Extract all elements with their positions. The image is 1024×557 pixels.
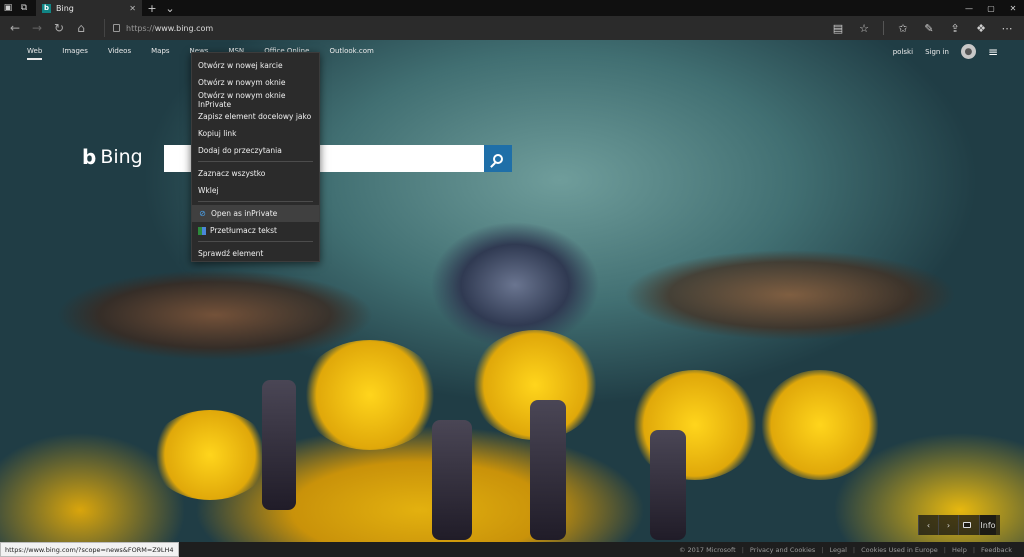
menu-item-inspect-element[interactable]: Sprawdź element <box>192 245 319 262</box>
sign-in-link[interactable]: Sign in <box>925 48 949 56</box>
stem-decoration <box>530 400 566 540</box>
tab-title: Bing <box>56 3 74 13</box>
extension-icon[interactable]: ❖ <box>970 17 992 39</box>
address-bar-row: ← → ↻ ⌂ https://www.bing.com ▤ ☆ ✩ ✎ ⇪ ❖… <box>0 16 1024 40</box>
window-controls: — ▢ ✕ <box>958 0 1024 16</box>
favorite-star-icon[interactable]: ☆ <box>853 17 875 39</box>
next-image-button[interactable]: › <box>938 515 958 535</box>
status-bar-url: https://www.bing.com/?scope=news&FORM=Z9… <box>0 542 179 557</box>
footer-help-link[interactable]: Help <box>952 546 967 554</box>
flower-decoration <box>300 340 440 450</box>
tab-menu-chevron-down-icon[interactable]: ⌄ <box>162 0 178 16</box>
bing-logo-mark-icon: b <box>82 145 97 169</box>
address-url: https://www.bing.com <box>126 23 214 33</box>
menu-item-save-target-as[interactable]: Zapisz element docelowy jako <box>192 108 319 125</box>
set-aside-tabs-icon[interactable]: ⧉ <box>16 0 32 16</box>
avatar-user-icon[interactable]: ● <box>960 44 976 59</box>
tab-bing[interactable]: b Bing ✕ <box>36 0 142 16</box>
footer-divider: | <box>943 545 946 554</box>
footer-cookies-link[interactable]: Cookies Used in Europe <box>861 546 938 554</box>
scope-web[interactable]: Web <box>27 47 43 60</box>
menu-divider <box>198 241 313 242</box>
menu-divider <box>198 201 313 202</box>
search-button[interactable] <box>484 145 512 172</box>
info-label: Info <box>979 515 996 535</box>
flower-decoration <box>150 410 270 500</box>
translator-icon <box>198 226 206 235</box>
refresh-icon[interactable]: ↻ <box>48 17 70 39</box>
menu-item-open-as-inprivate[interactable]: ⊘ Open as inPrivate <box>192 205 319 222</box>
maximize-button[interactable]: ▢ <box>980 0 1002 16</box>
more-actions-icon[interactable]: ⋯ <box>996 17 1018 39</box>
toolbar-right: ▤ ☆ ✩ ✎ ⇪ ❖ ⋯ <box>827 16 1018 40</box>
toolbar-divider <box>883 21 884 35</box>
back-arrow-icon[interactable]: ← <box>4 17 26 39</box>
bing-logo-text: Bing <box>100 146 143 168</box>
bing-logo[interactable]: b Bing <box>82 145 143 169</box>
search-icon <box>493 153 503 164</box>
address-field[interactable]: https://www.bing.com <box>104 19 824 37</box>
scope-videos[interactable]: Videos <box>108 47 131 60</box>
tab-close-icon[interactable]: ✕ <box>129 4 136 13</box>
reading-view-icon[interactable]: ▤ <box>827 17 849 39</box>
camera-icon <box>963 522 972 528</box>
menu-item-paste[interactable]: Wklej <box>192 182 319 199</box>
forward-arrow-icon[interactable]: → <box>26 17 48 39</box>
footer-legal-link[interactable]: Legal <box>829 546 846 554</box>
home-icon[interactable]: ⌂ <box>70 17 92 39</box>
hamburger-menu-icon[interactable]: ≡ <box>988 45 998 59</box>
menu-item-label: Open as inPrivate <box>211 209 278 218</box>
footer-links: © 2017 Microsoft | Privacy and Cookies |… <box>679 542 1012 557</box>
context-menu: Otwórz w nowej karcie Otwórz w nowym okn… <box>191 52 320 262</box>
stem-decoration <box>650 430 686 540</box>
menu-item-open-new-tab[interactable]: Otwórz w nowej karcie <box>192 57 319 74</box>
inprivate-icon: ⊘ <box>199 209 206 218</box>
image-controls: ‹ › Info <box>918 515 1000 535</box>
footer-copyright: © 2017 Microsoft <box>678 545 736 554</box>
identity-navigation: polski Sign in ● ≡ <box>893 44 998 59</box>
close-window-button[interactable]: ✕ <box>1002 0 1024 16</box>
menu-divider <box>198 161 313 162</box>
stem-decoration <box>432 420 472 540</box>
new-tab-button[interactable]: + <box>144 0 160 16</box>
footer-privacy-link[interactable]: Privacy and Cookies <box>750 546 815 554</box>
previous-image-button[interactable]: ‹ <box>918 515 938 535</box>
footer-divider: | <box>821 545 824 554</box>
tab-bar: ▣ ⧉ b Bing ✕ + ⌄ — ▢ ✕ <box>0 0 1024 16</box>
image-info-button[interactable]: Info <box>958 515 1000 535</box>
menu-item-label: Przetłumacz tekst <box>210 226 277 235</box>
footer-divider: | <box>741 545 744 554</box>
bing-favicon-icon: b <box>42 3 51 13</box>
minimize-button[interactable]: — <box>958 0 980 16</box>
scope-maps[interactable]: Maps <box>151 47 169 60</box>
scope-outlook[interactable]: Outlook.com <box>329 47 373 60</box>
scope-images[interactable]: Images <box>62 47 88 60</box>
stem-decoration <box>262 380 296 510</box>
menu-item-open-inprivate-window[interactable]: Otwórz w nowym oknie InPrivate <box>192 91 319 109</box>
language-link[interactable]: polski <box>893 48 913 56</box>
menu-item-open-new-window[interactable]: Otwórz w nowym oknie <box>192 74 319 91</box>
flower-decoration <box>760 370 880 480</box>
menu-item-copy-link[interactable]: Kopiuj link <box>192 125 319 142</box>
tab-preview-icon[interactable]: ▣ <box>0 0 16 16</box>
hub-favorites-icon[interactable]: ✩ <box>892 17 914 39</box>
footer-divider: | <box>852 545 856 554</box>
lock-icon <box>113 24 120 32</box>
browser-window: ▣ ⧉ b Bing ✕ + ⌄ — ▢ ✕ ← → ↻ ⌂ https://w… <box>0 0 1024 557</box>
menu-item-translate-text[interactable]: Przetłumacz tekst <box>192 222 319 239</box>
footer-feedback-link[interactable]: Feedback <box>981 546 1012 554</box>
menu-item-select-all[interactable]: Zaznacz wszystko <box>192 165 319 182</box>
footer-divider: | <box>972 545 976 554</box>
web-note-pen-icon[interactable]: ✎ <box>918 17 940 39</box>
share-icon[interactable]: ⇪ <box>944 17 966 39</box>
bing-homepage-background <box>0 40 1024 542</box>
menu-item-add-to-reading-list[interactable]: Dodaj do przeczytania <box>192 142 319 159</box>
